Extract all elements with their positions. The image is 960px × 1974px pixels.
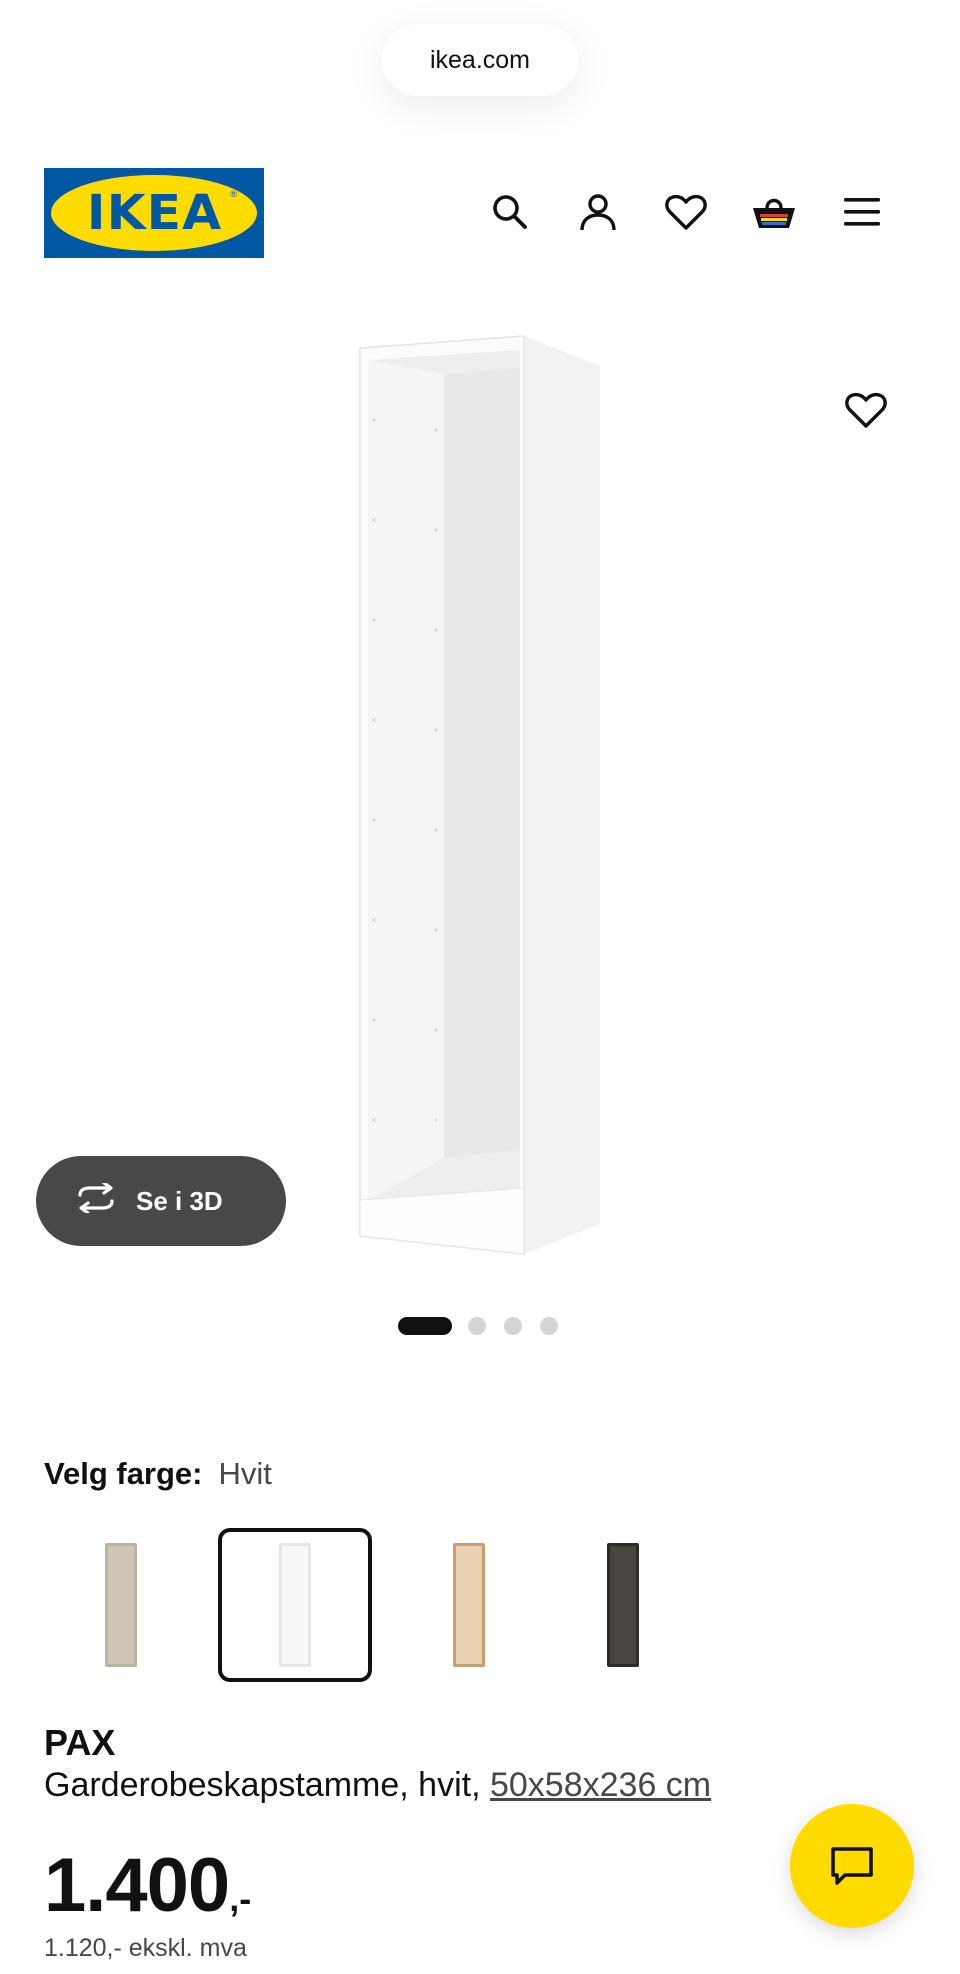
price-ex-vat: 1.120,- ekskl. mva: [44, 1934, 247, 1962]
account-icon[interactable]: [574, 188, 622, 236]
color-swatch-beige[interactable]: [44, 1528, 198, 1682]
menu-icon[interactable]: [838, 188, 886, 236]
swatch-image: [607, 1543, 639, 1667]
carousel-dot-4[interactable]: [540, 1317, 558, 1335]
cart-icon[interactable]: [750, 188, 798, 236]
chat-button[interactable]: [790, 1804, 914, 1928]
product-description-text: Garderobeskapstamme, hvit,: [44, 1766, 481, 1804]
product-dimensions-link[interactable]: 50x58x236 cm: [490, 1766, 711, 1804]
logo-wordmark: IKEA: [86, 185, 222, 241]
product-name: PAX: [44, 1722, 116, 1763]
address-bar-url: ikea.com: [429, 45, 531, 74]
selected-color-value: Hvit: [218, 1456, 272, 1491]
color-chooser-label: Velg farge:: [44, 1456, 203, 1491]
swatch-image: [105, 1543, 137, 1667]
carousel-dot-2[interactable]: [468, 1317, 486, 1335]
product-description: Garderobeskapstamme, hvit, 50x58x236 cm: [44, 1766, 711, 1805]
color-swatch-black-brown[interactable]: [546, 1528, 700, 1682]
search-icon[interactable]: [486, 188, 534, 236]
carousel-pagination: [0, 1317, 960, 1337]
product-image-wardrobe-frame: [359, 335, 600, 1255]
ikea-logo[interactable]: IKEA ®: [44, 168, 264, 258]
add-to-favourites-icon[interactable]: [840, 384, 892, 436]
product-gallery[interactable]: Se i 3D: [0, 320, 960, 1280]
view-in-3d-label: Se i 3D: [136, 1185, 223, 1216]
address-bar[interactable]: ikea.com: [382, 24, 578, 96]
logo-oval: IKEA ®: [51, 175, 257, 251]
heart-icon[interactable]: [662, 188, 710, 236]
rotate-3d-icon: [74, 1180, 118, 1220]
carousel-dot-3[interactable]: [504, 1317, 522, 1335]
view-in-3d-button[interactable]: Se i 3D: [36, 1156, 286, 1246]
product-price: 1.400 ,-: [44, 1842, 251, 1929]
swatch-image: [453, 1543, 485, 1667]
color-swatch-white[interactable]: [218, 1528, 372, 1682]
price-suffix: ,-: [229, 1878, 252, 1919]
site-header: IKEA ®: [0, 160, 960, 260]
carousel-dot-1[interactable]: [398, 1317, 452, 1335]
registered-mark: ®: [230, 189, 237, 199]
price-integer: 1.400: [44, 1843, 230, 1928]
swatch-image: [279, 1543, 311, 1667]
color-chooser-heading: Velg farge: Hvit: [44, 1456, 272, 1492]
color-swatch-oak[interactable]: [392, 1528, 546, 1682]
chat-bubble-icon: [831, 1847, 873, 1885]
